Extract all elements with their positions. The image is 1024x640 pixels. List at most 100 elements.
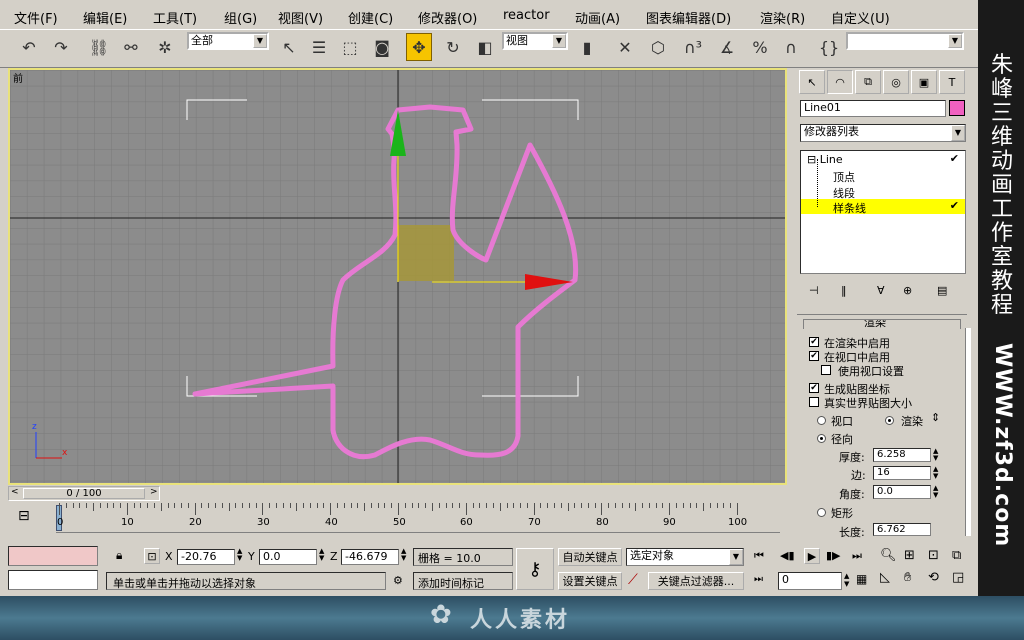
real-world-checkbox[interactable]	[809, 397, 819, 407]
go-to-end-icon[interactable]: ⏭	[852, 549, 862, 563]
menu-customize[interactable]: 自定义(U)	[831, 8, 890, 27]
time-tag-icon[interactable]: ⚙	[393, 574, 403, 587]
stack-item-vertex[interactable]: 顶点	[833, 169, 855, 185]
time-slider[interactable]: < 0 / 100 >	[8, 486, 160, 501]
snap-3d-icon[interactable]: ∩³	[680, 33, 706, 61]
menu-reactor[interactable]: reactor	[503, 8, 550, 23]
gen-mapping-checkbox[interactable]: ✔	[809, 383, 819, 393]
field-of-view-icon[interactable]: ◺	[880, 570, 890, 585]
unlink-icon[interactable]: ⚯	[118, 33, 144, 61]
rectangular-radio[interactable]	[817, 508, 826, 517]
select-by-name-icon[interactable]: ☰	[306, 33, 332, 61]
set-key-icon[interactable]: ⚷	[516, 548, 554, 590]
use-viewport-settings-checkbox[interactable]	[821, 365, 831, 375]
menu-file[interactable]: 文件(F)	[14, 8, 58, 27]
selection-filter-dropdown[interactable]: 全部 ▼	[187, 32, 269, 50]
select-object-icon[interactable]: ↖	[276, 33, 302, 61]
maximize-viewport-icon[interactable]: ◲	[952, 570, 964, 585]
y-coordinate-field[interactable]: 0.0	[259, 549, 317, 565]
maxscript-listener-pink[interactable]	[8, 546, 98, 566]
menu-create[interactable]: 创建(C)	[348, 8, 393, 27]
go-to-start-icon[interactable]: ⏮	[754, 549, 764, 563]
viewport-label[interactable]: 前	[13, 70, 23, 85]
rollout-title-bar[interactable]: 渲染	[803, 319, 961, 329]
edit-named-selection-icon[interactable]: {}	[816, 33, 842, 61]
menu-view[interactable]: 视图(V)	[278, 8, 323, 27]
pan-icon[interactable]: ✋︎	[904, 570, 911, 585]
stack-item-spline[interactable]: 样条线	[833, 200, 866, 216]
front-viewport[interactable]: z x	[8, 68, 787, 485]
display-tab-icon[interactable]: ▣	[911, 70, 937, 94]
menu-tools[interactable]: 工具(T)	[153, 8, 197, 27]
object-color-swatch[interactable]	[949, 100, 965, 116]
key-mode-icon[interactable]: ⏭	[754, 574, 763, 585]
current-frame-field[interactable]: 0	[778, 572, 842, 590]
remove-modifier-icon[interactable]: ⊕	[903, 284, 912, 297]
menu-animation[interactable]: 动画(A)	[575, 8, 620, 27]
length-field[interactable]: 6.762	[873, 523, 931, 536]
modify-tab-icon[interactable]: ◠	[827, 70, 853, 94]
percent-snap-icon[interactable]: %	[747, 33, 773, 61]
render-radio[interactable]	[885, 416, 894, 425]
lock-selection-icon[interactable]: 🔒︎	[116, 548, 122, 563]
next-frame-icon[interactable]: >	[150, 487, 158, 497]
sides-field[interactable]: 16	[873, 466, 931, 480]
zoom-extents-all-icon[interactable]: ⧉	[952, 548, 961, 563]
y-spinner[interactable]: ▲ ▼	[319, 548, 324, 562]
keyboard-shortcut-icon[interactable]: ⬡	[645, 33, 671, 61]
select-move-icon[interactable]: ✥	[406, 33, 432, 61]
zoom-extents-icon[interactable]: ⊡	[928, 548, 939, 563]
prev-key-icon[interactable]: ◀▮	[780, 549, 795, 562]
undo-icon[interactable]: ↶	[16, 33, 42, 61]
arc-rotate-icon[interactable]: ⟲	[928, 570, 939, 585]
named-selection-dropdown[interactable]: ▼	[846, 32, 964, 50]
viewport-radio[interactable]	[817, 416, 826, 425]
select-link-icon[interactable]: ⛓	[86, 33, 112, 61]
key-selection-dropdown[interactable]: 选定对象 ▼	[626, 548, 744, 566]
add-time-tag[interactable]: 添加时间标记	[413, 572, 513, 590]
x-spinner[interactable]: ▲ ▼	[237, 548, 242, 562]
prev-frame-icon[interactable]: <	[11, 487, 19, 497]
default-tangent-icon[interactable]: ⟋	[628, 572, 638, 588]
pin-stack-icon[interactable]: ⊣	[809, 284, 819, 297]
next-key-icon[interactable]: ▮▶	[826, 549, 841, 562]
zoom-all-icon[interactable]: ⊞	[904, 548, 915, 563]
select-rotate-icon[interactable]: ↻	[440, 33, 466, 61]
modifier-list-dropdown[interactable]: 修改器列表 ▼	[800, 124, 966, 142]
key-filters-button[interactable]: 关键点过滤器...	[648, 572, 744, 590]
make-unique-icon[interactable]: ∀	[877, 284, 885, 297]
stack-item-spline-highlight[interactable]	[801, 199, 965, 214]
track-bar[interactable]: 0 10 20 30 40 50 60 70 80 90 100	[56, 503, 780, 533]
stack-item-line[interactable]: ⊟ Line	[807, 153, 843, 166]
show-end-result-icon[interactable]: ‖	[841, 284, 847, 297]
menu-graph-editors[interactable]: 图表编辑器(D)	[646, 8, 731, 27]
time-slider-thumb[interactable]: 0 / 100	[23, 488, 145, 499]
window-crossing-icon[interactable]: ◙	[369, 33, 395, 61]
spinner-snap-icon[interactable]: ∩	[778, 33, 804, 61]
rect-selection-icon[interactable]: ⬚	[337, 33, 363, 61]
render-enable-checkbox[interactable]: ✔	[809, 337, 819, 347]
absolute-mode-icon[interactable]: ⊡	[144, 548, 160, 564]
set-key-button[interactable]: 设置关键点	[558, 572, 622, 590]
frame-spinner[interactable]: ▲ ▼	[844, 572, 849, 588]
menu-edit[interactable]: 编辑(E)	[83, 8, 127, 27]
radial-radio[interactable]	[817, 434, 826, 443]
reference-coord-dropdown[interactable]: 视图 ▼	[502, 32, 568, 50]
select-scale-icon[interactable]: ◧	[472, 33, 498, 61]
pivot-center-icon[interactable]: ▮	[574, 33, 600, 61]
play-icon[interactable]: ▶	[804, 548, 820, 564]
trackbar-icon[interactable]: ⊟	[8, 504, 48, 532]
menu-modifiers[interactable]: 修改器(O)	[418, 8, 477, 27]
motion-tab-icon[interactable]: ◎	[883, 70, 909, 94]
auto-key-button[interactable]: 自动关键点	[558, 548, 622, 566]
x-coordinate-field[interactable]: -20.76	[177, 549, 235, 565]
hierarchy-tab-icon[interactable]: ⧉	[855, 70, 881, 94]
modifier-stack[interactable]: ⊟ Line ✔ 顶点 线段 样条线 ✔	[800, 150, 966, 274]
z-coordinate-field[interactable]: -46.679	[341, 549, 399, 565]
create-tab-icon[interactable]: ↖	[799, 70, 825, 94]
configure-sets-icon[interactable]: ▤	[937, 284, 947, 297]
select-manipulate-icon[interactable]: ✕	[612, 33, 638, 61]
thickness-spinner[interactable]: ▲ ▼	[933, 448, 941, 462]
time-config-icon[interactable]: ▦	[856, 572, 867, 586]
thickness-field[interactable]: 6.258	[873, 448, 931, 462]
